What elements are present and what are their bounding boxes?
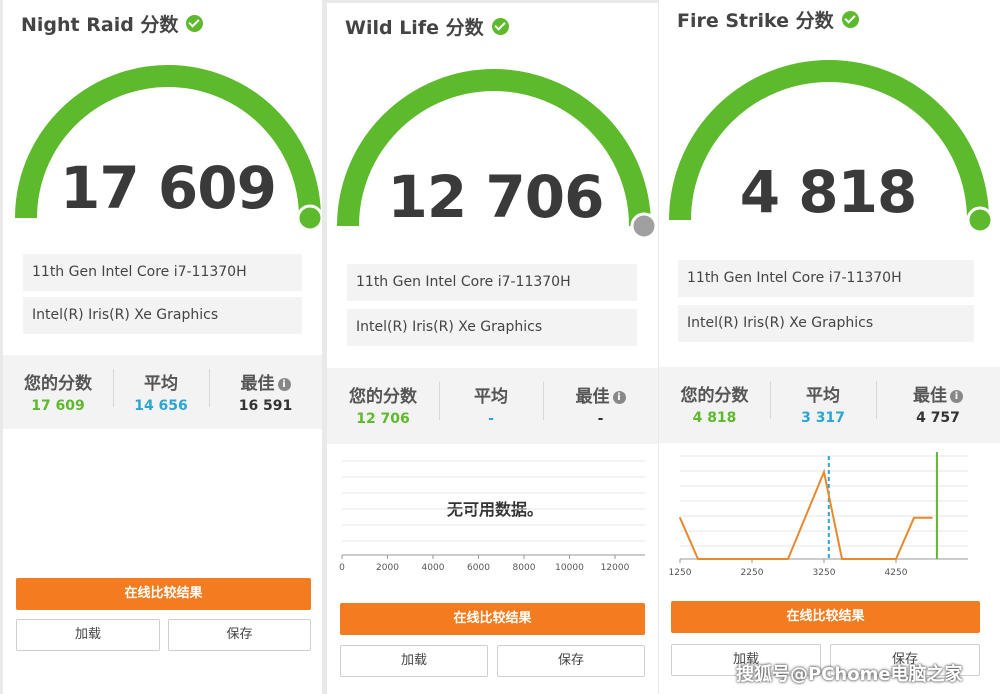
x-tick-label: 2250 — [741, 568, 764, 578]
series-point — [787, 558, 789, 560]
distribution-chart-empty: 无可用数据。 0 2000 4000 6000 8000 10000 12000 — [339, 460, 645, 573]
save-button[interactable]: 保存 — [168, 619, 311, 651]
x-tick-label: 12000 — [601, 563, 630, 573]
score-stats: 您的分数 17 609 平均 14 656 最佳 i 16 591 — [3, 355, 322, 429]
fire-strike-panel: Fire Strike 分数 4 818 11th Gen Intel Core… — [659, 0, 1000, 694]
panel-title: Wild Life 分数 — [345, 13, 509, 40]
x-tick-label: 8000 — [513, 563, 536, 573]
average-score: 3 317 — [801, 410, 845, 426]
watermark: 搜狐号@PChome电脑之家 — [736, 664, 963, 685]
score-value: 12 706 — [387, 163, 605, 231]
average-score: 14 656 — [134, 398, 188, 414]
score-value: 4 818 — [739, 158, 918, 226]
check-icon — [186, 15, 204, 32]
info-icon[interactable]: i — [612, 391, 626, 404]
cpu-label: 11th Gen Intel Core i7-11370H — [23, 254, 302, 291]
load-button[interactable]: 加载 — [340, 645, 488, 677]
your-score: 4 818 — [692, 410, 737, 426]
x-tick-label: 6000 — [467, 563, 490, 573]
gpu-label: Intel(R) Iris(R) Xe Graphics — [347, 309, 637, 346]
x-tick-label: 2000 — [376, 563, 399, 573]
x-tick-label: 0 — [339, 563, 345, 573]
x-tick-label: 1250 — [669, 568, 692, 578]
x-tick-label: 3250 — [813, 568, 836, 578]
gpu-label: Intel(R) Iris(R) Xe Graphics — [678, 305, 974, 342]
best-score: 4 757 — [916, 410, 960, 426]
panel-title: Fire Strike 分数 — [677, 6, 859, 33]
your-score: 17 609 — [31, 398, 85, 414]
check-icon — [841, 11, 859, 28]
score-stats: 您的分数 12 706 平均 - 最佳 i - — [327, 368, 658, 444]
your-score: 12 706 — [356, 411, 410, 427]
x-tick-label: 4250 — [885, 568, 908, 578]
series-point — [823, 471, 825, 473]
series-point — [697, 558, 699, 560]
best-score: - — [597, 411, 604, 427]
compare-online-button[interactable]: 在线比较结果 — [340, 603, 645, 635]
cpu-label: 11th Gen Intel Core i7-11370H — [678, 260, 974, 297]
check-icon — [491, 18, 509, 35]
info-icon[interactable]: i — [277, 378, 291, 391]
series-point — [931, 517, 933, 519]
cpu-label: 11th Gen Intel Core i7-11370H — [347, 264, 637, 301]
load-button[interactable]: 加载 — [16, 619, 160, 651]
compare-online-button[interactable]: 在线比较结果 — [16, 578, 311, 610]
average-score: - — [488, 411, 494, 427]
score-value: 17 609 — [60, 154, 277, 222]
gpu-label: Intel(R) Iris(R) Xe Graphics — [23, 297, 302, 334]
info-icon[interactable]: i — [950, 390, 963, 403]
x-tick-label: 4000 — [422, 563, 445, 573]
series-point — [679, 517, 681, 519]
wild-life-panel: Wild Life 分数 12 706 11th Gen Intel Core … — [327, 3, 658, 694]
best-score: 16 591 — [238, 398, 293, 414]
compare-online-button[interactable]: 在线比较结果 — [671, 601, 980, 633]
panel-title: Night Raid 分数 — [21, 10, 204, 37]
save-button[interactable]: 保存 — [497, 645, 645, 677]
night-raid-panel: Night Raid 分数 17 609 11th Gen Intel Core… — [3, 0, 322, 694]
x-tick-label: 10000 — [555, 563, 584, 573]
score-stats: 您的分数 4 818 平均 3 317 最佳 i 4 757 — [659, 367, 1000, 443]
distribution-chart: 1250 2250 3250 4250 — [669, 452, 968, 578]
series-point — [913, 517, 915, 519]
series-point — [841, 558, 843, 560]
series-point — [895, 558, 897, 560]
